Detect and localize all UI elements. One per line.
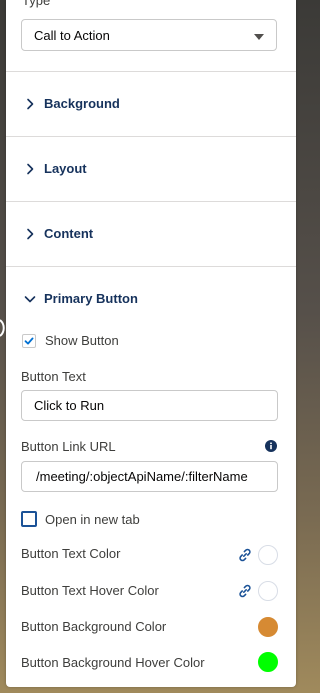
button-text-label: Button Text — [21, 369, 86, 384]
divider — [6, 201, 296, 202]
chevron-right-icon — [27, 163, 34, 175]
section-content[interactable]: Content — [6, 214, 296, 254]
check-icon — [24, 337, 34, 345]
open-new-tab-label: Open in new tab — [45, 512, 140, 527]
open-new-tab-checkbox[interactable] — [21, 511, 37, 527]
button-text-color-swatch[interactable] — [258, 545, 278, 565]
button-background-color-label: Button Background Color — [21, 619, 167, 634]
button-link-url-input[interactable] — [21, 461, 278, 492]
button-text-color-label: Button Text Color — [21, 546, 121, 561]
caret-down-icon — [254, 34, 264, 40]
section-background[interactable]: Background — [6, 84, 296, 124]
button-background-color-swatch[interactable] — [258, 617, 278, 637]
info-icon[interactable] — [265, 440, 277, 452]
properties-panel: Type Call to Action Background Layout Co… — [6, 0, 296, 687]
button-text-input[interactable] — [21, 390, 278, 421]
type-label: Type — [22, 0, 51, 8]
chevron-right-icon — [27, 228, 34, 240]
button-text-hover-color-label: Button Text Hover Color — [21, 583, 159, 598]
chevron-right-icon — [27, 98, 34, 110]
button-background-hover-color-swatch[interactable] — [258, 652, 278, 672]
button-background-hover-color-label: Button Background Hover Color — [21, 655, 205, 670]
button-text-hover-color-swatch[interactable] — [258, 581, 278, 601]
section-title: Layout — [44, 161, 87, 176]
button-link-url-label: Button Link URL — [21, 439, 116, 454]
section-primary-button[interactable]: Primary Button — [6, 279, 296, 319]
show-button-checkbox[interactable] — [22, 334, 36, 348]
show-button-label: Show Button — [45, 333, 119, 348]
section-title: Content — [44, 226, 94, 241]
type-select[interactable]: Call to Action — [21, 19, 277, 51]
divider — [6, 136, 296, 137]
type-select-value: Call to Action — [34, 28, 110, 43]
section-title: Background — [44, 96, 120, 111]
divider — [6, 71, 296, 72]
divider — [6, 266, 296, 267]
link-icon[interactable] — [237, 547, 253, 563]
link-icon[interactable] — [237, 583, 253, 599]
section-title: Primary Button — [44, 291, 138, 306]
chevron-down-icon — [24, 296, 36, 303]
section-layout[interactable]: Layout — [6, 149, 296, 189]
